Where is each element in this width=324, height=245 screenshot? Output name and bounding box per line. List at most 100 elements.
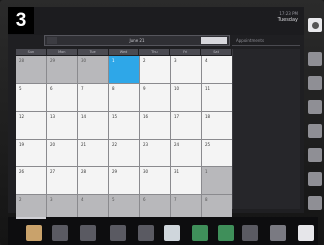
day-number: 31: [174, 169, 180, 175]
right-button-rail: [306, 18, 324, 218]
day-number: 3: [174, 58, 177, 63]
dock-app-5[interactable]: [138, 225, 154, 241]
appointments-header: Appointments: [232, 35, 300, 46]
calendar-day-selected[interactable]: 1: [109, 56, 139, 83]
calendar-day[interactable]: 18: [202, 111, 232, 139]
calendar-day[interactable]: 14: [78, 111, 108, 139]
calendar-day[interactable]: 5: [16, 83, 46, 111]
rail-button-2[interactable]: [308, 52, 322, 66]
appointments-panel[interactable]: [232, 49, 300, 209]
day-number: 22: [112, 141, 118, 147]
calendar-day[interactable]: 30: [78, 56, 108, 83]
calendar-day[interactable]: 26: [16, 167, 46, 195]
calendar-day[interactable]: 4: [202, 56, 232, 83]
day-number: 8: [205, 197, 208, 203]
day-number: 23: [143, 141, 149, 147]
dock-app-8[interactable]: [218, 225, 234, 241]
calendar-day[interactable]: 3: [171, 56, 201, 83]
calendar-day[interactable]: 17: [171, 111, 201, 139]
day-number: 4: [205, 58, 208, 63]
calendar-day[interactable]: 25: [202, 139, 232, 167]
step-number-badge: 3: [8, 7, 34, 34]
calendar-day[interactable]: 28: [16, 56, 46, 83]
weekday-label: Sat: [201, 49, 232, 55]
day-number: 1: [112, 58, 115, 63]
day-number: 9: [143, 85, 146, 91]
day-number: 5: [112, 197, 115, 203]
day-number: 10: [174, 85, 180, 91]
calendar-day[interactable]: 31: [171, 167, 201, 195]
day-number: 3: [50, 197, 53, 203]
day-number: 29: [112, 169, 118, 175]
calendar-day[interactable]: 29: [109, 167, 139, 195]
dock-app-11[interactable]: [298, 225, 314, 241]
rail-button-7[interactable]: [308, 172, 322, 186]
day-number: 16: [143, 113, 149, 119]
calendar-day[interactable]: 19: [16, 139, 46, 167]
calendar-day[interactable]: 27: [47, 167, 77, 195]
calendar-day[interactable]: 1: [202, 167, 232, 195]
dock-app-9[interactable]: [242, 225, 258, 241]
calendar-day[interactable]: 9: [140, 83, 170, 111]
dock-app-2[interactable]: [52, 225, 68, 241]
day-number: 6: [50, 85, 53, 91]
dock-app-7[interactable]: [192, 225, 208, 241]
dock-app-3[interactable]: [80, 225, 96, 241]
day-number: 4: [81, 197, 84, 203]
calendar-day[interactable]: 8: [109, 83, 139, 111]
dock-app-1[interactable]: [26, 225, 42, 241]
day-number: 1: [205, 169, 208, 175]
calendar-day[interactable]: 2: [140, 56, 170, 83]
rail-button-6[interactable]: [308, 148, 322, 162]
dock-app-4[interactable]: [110, 225, 126, 241]
day-number: 17: [174, 113, 180, 119]
calendar-day[interactable]: 28: [78, 167, 108, 195]
day-number: 21: [81, 141, 87, 147]
top-status-bar: 17:23 PM Tuesday: [8, 7, 304, 35]
calendar-day[interactable]: 15: [109, 111, 139, 139]
calendar-day[interactable]: 29: [47, 56, 77, 83]
calendar-day[interactable]: 13: [47, 111, 77, 139]
dock-app-10[interactable]: [270, 225, 286, 241]
day-number: 20: [50, 141, 56, 147]
status-clock: 17:23 PM Tuesday: [278, 11, 298, 23]
calendar-day[interactable]: 21: [78, 139, 108, 167]
calendar-day[interactable]: 30: [140, 167, 170, 195]
weekday-label: Tue: [77, 49, 108, 55]
weekday-label: Thu: [139, 49, 170, 55]
day-number: 13: [50, 113, 56, 119]
day-number: 25: [205, 141, 211, 147]
next-month-button[interactable]: [201, 37, 227, 44]
calendar-day[interactable]: 24: [171, 139, 201, 167]
calendar-day[interactable]: 12: [16, 111, 46, 139]
calendar-day[interactable]: 22: [109, 139, 139, 167]
weekday-label: Wed: [108, 49, 139, 55]
day-number: 2: [143, 58, 146, 63]
calendar-day[interactable]: 11: [202, 83, 232, 111]
calendar-day[interactable]: 7: [78, 83, 108, 111]
calendar-day[interactable]: 6: [47, 83, 77, 111]
day-number: 7: [174, 197, 177, 203]
bottom-app-dock: [8, 217, 318, 245]
account-icon: [311, 21, 319, 29]
day-number: 24: [174, 141, 180, 147]
tablet-screen: 17:23 PM Tuesday June 21 Appointments Su…: [8, 7, 304, 222]
rail-button-5[interactable]: [308, 124, 322, 138]
day-number: 7: [81, 85, 84, 91]
day-number: 30: [81, 58, 87, 63]
calendar-day[interactable]: 23: [140, 139, 170, 167]
rail-button-3[interactable]: [308, 76, 322, 90]
weekday-label: Mon: [46, 49, 77, 55]
rail-button-8[interactable]: [308, 196, 322, 210]
calendar-day[interactable]: 20: [47, 139, 77, 167]
rail-button-1[interactable]: [308, 18, 322, 32]
day-number: 2: [19, 197, 22, 203]
day-number: 28: [81, 169, 87, 175]
calendar-day[interactable]: 10: [171, 83, 201, 111]
rail-button-4[interactable]: [308, 100, 322, 114]
day-number: 19: [19, 141, 25, 147]
status-day: Tuesday: [277, 17, 298, 23]
dock-app-6[interactable]: [164, 225, 180, 241]
month-calendar-grid: 28 29 30 1 2 3 4 5 6 7 8 9 10 11 12 13 14 15 16 17 18 19 20 21 2…: [16, 56, 232, 222]
calendar-day[interactable]: 16: [140, 111, 170, 139]
